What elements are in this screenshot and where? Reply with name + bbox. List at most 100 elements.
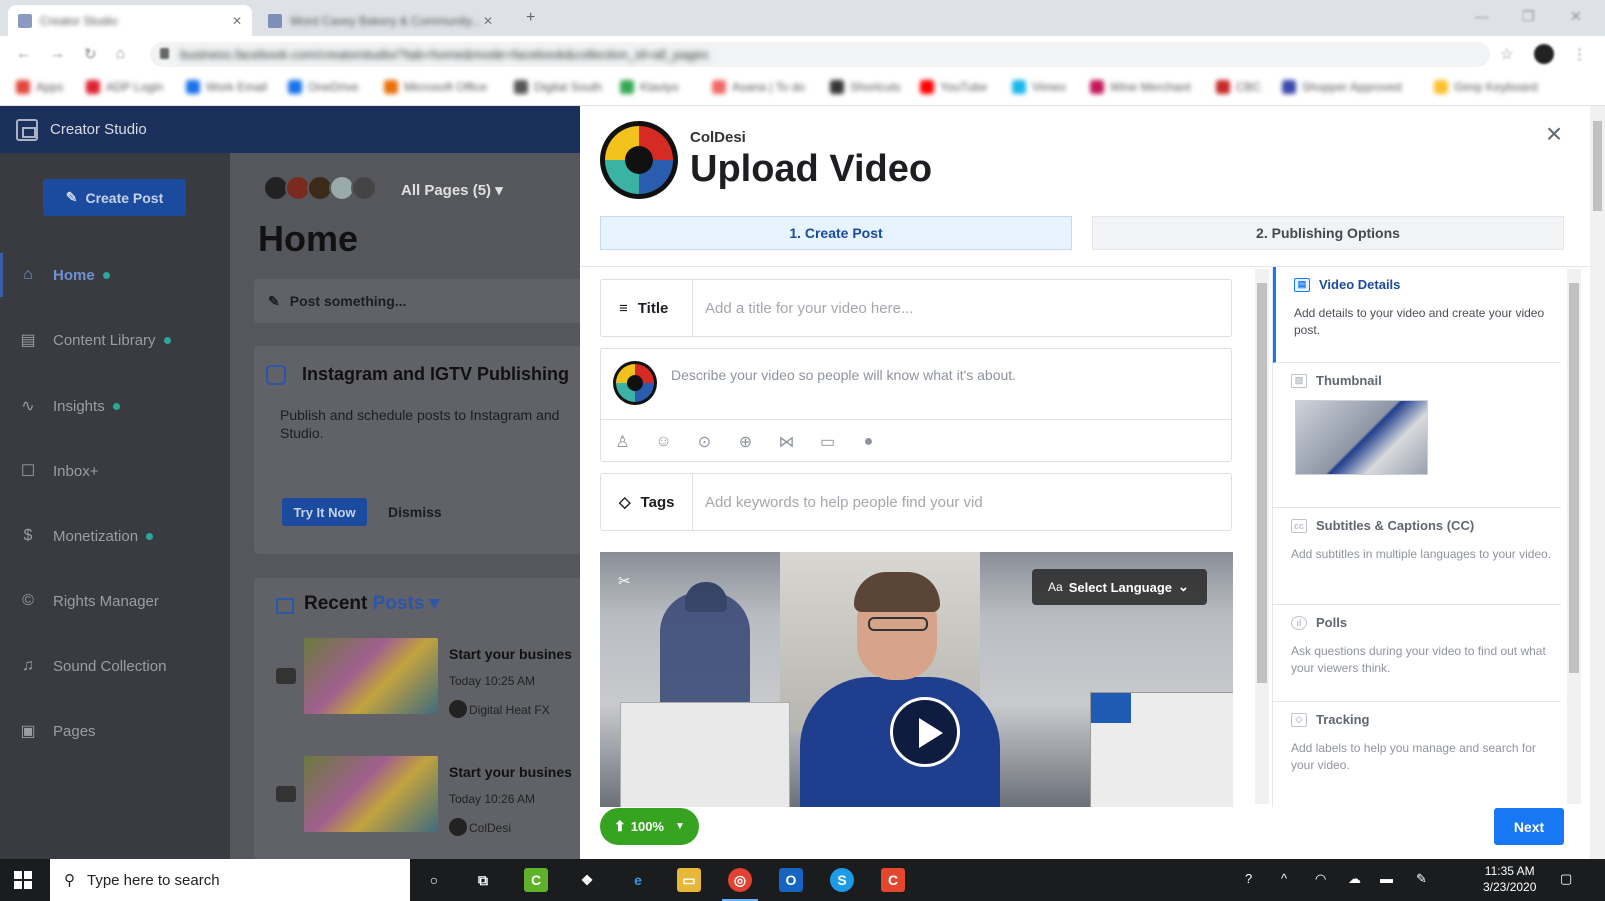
shop-icon[interactable]: ▭ — [818, 432, 837, 451]
form-scrollbar[interactable] — [1255, 269, 1269, 804]
camtasia-icon[interactable]: C — [524, 868, 548, 892]
bookmark-item[interactable]: Gimp Keyboard — [1434, 80, 1537, 94]
bookmark-item[interactable]: Wine Merchant — [1090, 80, 1191, 94]
bookmark-item[interactable]: Digital South — [514, 80, 602, 94]
dropbox-icon[interactable]: ❖ — [575, 868, 599, 892]
menu-dots-icon[interactable]: ⋮ — [1572, 45, 1587, 63]
sidebar-item-content-library[interactable]: ▤ Content Library — [0, 318, 230, 362]
page-title: Home — [258, 218, 359, 259]
panel-item-video-details[interactable]: ▤ Video Details Add details to your video… — [1273, 267, 1561, 363]
back-icon[interactable]: ← — [16, 45, 31, 62]
sidebar-item-sound-collection[interactable]: ♫ Sound Collection — [0, 644, 230, 688]
panel-item-polls[interactable]: ıl Polls Ask questions during your video … — [1273, 605, 1561, 702]
bookmark-item[interactable]: Microsoft Office — [384, 80, 487, 94]
panel-item-tracking[interactable]: ◇ Tracking Add labels to help you manage … — [1273, 702, 1561, 807]
panel-item-thumbnail[interactable]: ▨ Thumbnail — [1273, 363, 1561, 508]
bookmark-item[interactable]: OneDrive — [288, 80, 359, 94]
bookmark-item[interactable]: YouTube — [920, 80, 987, 94]
posts-filter-dropdown[interactable]: Posts ▾ — [373, 593, 440, 614]
file-explorer-icon[interactable]: ▭ — [677, 868, 701, 892]
post-thumbnail — [304, 756, 438, 832]
help-icon[interactable]: ? — [1245, 871, 1252, 886]
bookmark-item[interactable]: CBC — [1216, 80, 1261, 94]
crop-tool-icon[interactable]: ✂ — [618, 572, 631, 590]
location-icon[interactable]: ⊙ — [695, 432, 714, 451]
video-preview[interactable]: ✂ Aa Select Language ⌄ — [600, 552, 1233, 807]
edge-icon[interactable]: e — [626, 868, 650, 892]
taskbar-clock[interactable]: 11:35 AM 3/23/2020 — [1483, 863, 1536, 895]
all-pages-dropdown[interactable]: All Pages (5) ▾ — [401, 181, 503, 199]
bookmark-item[interactable]: Work Email — [186, 80, 267, 94]
star-icon[interactable]: ☆ — [1500, 45, 1513, 63]
close-tab-icon[interactable]: ✕ — [483, 14, 493, 28]
windows-start-icon[interactable] — [14, 871, 32, 889]
bookmark-item[interactable]: Klaviyo — [620, 80, 679, 94]
profile-avatar[interactable] — [1534, 44, 1554, 64]
home-browser-icon[interactable]: ⌂ — [116, 45, 125, 62]
camtasia-recorder-icon[interactable]: C — [881, 868, 905, 892]
chevron-up-icon[interactable]: ^ — [1281, 871, 1287, 886]
wifi-icon[interactable]: ◠ — [1315, 871, 1326, 887]
emoji-icon[interactable]: ☺ — [654, 432, 673, 451]
sidebar-item-rights-manager[interactable]: © Rights Manager — [0, 579, 230, 623]
browser-tab-2[interactable]: Word Cavey Bakery & Community... ✕ — [258, 5, 503, 36]
try-it-now-button[interactable]: Try It Now — [282, 498, 367, 526]
post-something-box[interactable]: ✎ Post something... — [254, 279, 584, 323]
page-avatars[interactable] — [263, 175, 377, 207]
bookmark-item[interactable]: Apps — [16, 80, 63, 94]
sidebar-item-monetization[interactable]: $ Monetization — [0, 514, 230, 558]
cortana-icon[interactable]: ○ — [422, 868, 446, 892]
bookmark-item[interactable]: Shortcuts — [830, 80, 901, 94]
chrome-icon[interactable]: ◎ — [722, 868, 758, 901]
select-language-dropdown[interactable]: Aa Select Language ⌄ — [1032, 569, 1207, 605]
list-item[interactable]: Start your busines Today 10:25 AM Digita… — [254, 638, 584, 738]
description-input[interactable]: Describe your video so people will know … — [671, 367, 1016, 383]
task-view-icon[interactable]: ⧉ — [471, 868, 495, 892]
thumbnail-image[interactable] — [1295, 400, 1428, 475]
notifications-icon[interactable]: ▢ — [1560, 871, 1572, 887]
sidebar-item-inbox[interactable]: ☐ Inbox+ — [0, 449, 230, 493]
sidebar-item-pages[interactable]: ▣ Pages — [0, 709, 230, 753]
upload-progress-button[interactable]: ⬆ 100% ▼ — [600, 808, 699, 845]
page-scrollbar[interactable] — [1590, 106, 1605, 859]
onedrive-icon[interactable]: ☁ — [1348, 871, 1361, 887]
tag-people-icon[interactable]: ♙ — [613, 432, 632, 451]
bookmark-item[interactable]: Vimeo — [1012, 80, 1066, 94]
skype-icon[interactable]: S — [830, 868, 854, 892]
tab-publishing-options[interactable]: 2. Publishing Options — [1092, 216, 1564, 250]
chevron-down-icon: ⌄ — [1178, 579, 1189, 594]
panel-item-subtitles[interactable]: cc Subtitles & Captions (CC) Add subtitle… — [1273, 508, 1561, 605]
pen-icon[interactable]: ✎ — [1416, 871, 1427, 887]
bookmark-item[interactable]: ADP Login — [86, 80, 163, 94]
messenger-icon[interactable]: ● — [859, 432, 878, 451]
sidebar-item-insights[interactable]: ∿ Insights — [0, 384, 230, 428]
bookmark-item[interactable]: Asana | To do — [712, 80, 805, 94]
close-icon[interactable]: × — [1542, 120, 1566, 148]
new-tab-icon[interactable]: + — [526, 9, 535, 27]
handshake-icon[interactable]: ⋈ — [777, 432, 796, 451]
outlook-icon[interactable]: O — [779, 868, 803, 892]
tab-create-post[interactable]: 1. Create Post — [600, 216, 1072, 250]
panel-scrollbar[interactable] — [1567, 269, 1581, 804]
maximize-icon[interactable]: ❐ — [1522, 8, 1535, 25]
close-tab-icon[interactable]: ✕ — [232, 14, 242, 28]
close-window-icon[interactable]: ✕ — [1570, 8, 1582, 25]
next-button[interactable]: Next — [1494, 808, 1564, 845]
play-icon[interactable] — [890, 697, 960, 767]
post-form: ≡ Title Add a title for your video here.… — [580, 267, 1260, 807]
list-item[interactable]: Start your busines Today 10:26 AM ColDes… — [254, 756, 584, 856]
url-field[interactable]: business.facebook.com/creatorstudio/?tab… — [150, 42, 1490, 67]
forward-icon[interactable]: → — [50, 45, 65, 62]
target-icon[interactable]: ⊕ — [736, 432, 755, 451]
sidebar-item-home[interactable]: ⌂ Home — [0, 253, 230, 297]
browser-tab-creator-studio[interactable]: Creator Studio ✕ — [8, 5, 252, 36]
reload-icon[interactable]: ↻ — [84, 45, 97, 63]
taskbar-search-input[interactable]: ⚲ Type here to search — [50, 859, 410, 901]
tags-input[interactable]: Add keywords to help people find your vi… — [693, 474, 1231, 530]
bookmark-item[interactable]: Shopper Approved — [1282, 80, 1401, 94]
dismiss-button[interactable]: Dismiss — [388, 504, 442, 520]
title-input[interactable]: Add a title for your video here... — [693, 280, 1231, 336]
minimize-icon[interactable]: — — [1475, 8, 1489, 24]
battery-icon[interactable]: ▬ — [1380, 871, 1393, 886]
create-post-button[interactable]: ✎ Create Post — [43, 179, 186, 216]
